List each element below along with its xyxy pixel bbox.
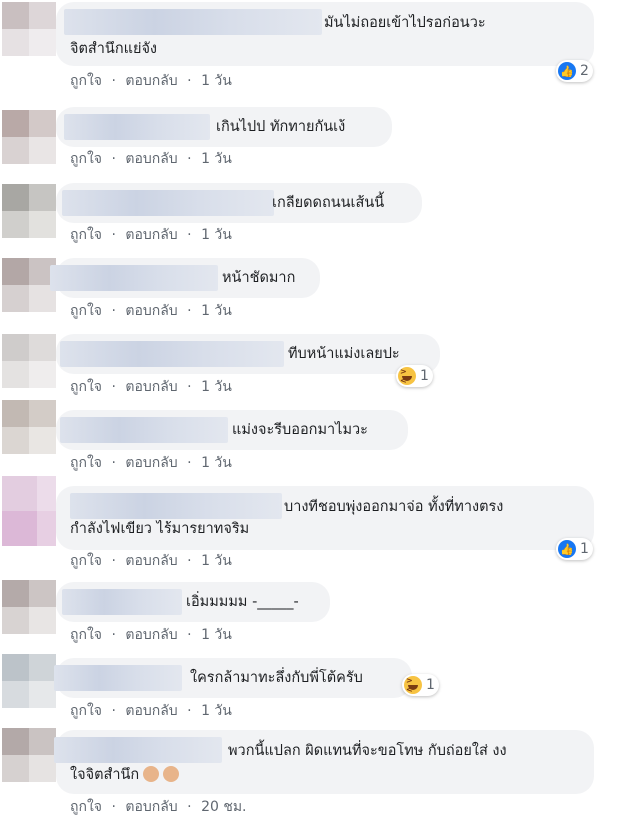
comment-bubble: บางทีชอบพุ่งออกมาจ่อ ทั้งที่ทางตรง กำลัง… [56,486,594,550]
reply-link[interactable]: ตอบกลับ [125,303,177,319]
redacted-author-name[interactable] [54,737,222,763]
reply-link[interactable]: ตอบกลับ [125,627,177,643]
timestamp[interactable]: 1 วัน [201,227,232,243]
redacted-author-name[interactable] [62,190,274,216]
avatar[interactable] [2,2,56,56]
reply-link[interactable]: ตอบกลับ [125,703,177,719]
comment-actions: ถูกใจ · ตอบกลับ · 1 วัน [70,553,232,569]
timestamp[interactable]: 1 วัน [201,151,232,167]
avatar[interactable] [2,476,56,546]
comment-actions: ถูกใจ · ตอบกลับ · 1 วัน [70,303,232,319]
comment-bubble: เกลียดดถนนเส้นนี้ [56,183,422,223]
redacted-author-name[interactable] [60,417,228,443]
comment-text: แม่งจะรีบออกมาไมวะ [232,422,368,438]
comment-text-line2: จิตสำนึกแย่จัง [70,41,158,57]
comment-actions: ถูกใจ · ตอบกลับ · 1 วัน [70,379,232,395]
comment-actions: ถูกใจ · ตอบกลับ · 1 วัน [70,151,232,167]
comment-text: บางทีชอบพุ่งออกมาจ่อ ทั้งที่ทางตรง [284,499,504,515]
comment-text: เกินไปป ทักทายกันเง้ [216,119,346,135]
comment-text: เกลียดดถนนเส้นนี้ [272,195,385,211]
comment-actions: ถูกใจ · ตอบกลับ · 20 ชม. [70,799,247,815]
comment-text-line2: กำลังไฟเขียว ไร้มารยาทจริม [70,521,250,537]
person-facepalming-emoji [163,766,180,782]
comment-actions: ถูกใจ · ตอบกลับ · 1 วัน [70,455,232,471]
timestamp[interactable]: 1 วัน [201,379,232,395]
comment-text: ใครกล้ามาทะลึ่งกับพี่โต้ครับ [190,670,363,686]
reply-link[interactable]: ตอบกลับ [125,227,177,243]
redacted-author-name[interactable] [70,493,282,519]
redacted-author-name[interactable] [62,589,182,615]
comment-bubble: แม่งจะรีบออกมาไมวะ [56,410,408,450]
redacted-author-name[interactable] [64,114,210,140]
reaction-badge[interactable]: 👍 2 [556,60,593,82]
reply-link[interactable]: ตอบกลับ [125,379,177,395]
timestamp[interactable]: 1 วัน [201,627,232,643]
like-link[interactable]: ถูกใจ [70,227,102,243]
timestamp[interactable]: 1 วัน [201,73,232,89]
haha-icon [404,676,422,694]
like-icon: 👍 [558,540,576,558]
comment-text: มันไม่ถอยเข้าไปรอก่อนวะ [324,15,486,31]
comment-text: พวกนี้แปลก ผิดแทนที่จะขอโทษ กับถ่อยใส่ ง… [228,743,507,759]
reply-link[interactable]: ตอบกลับ [125,553,177,569]
redacted-author-name[interactable] [64,9,322,35]
comment-text: เอิ่มมมมม -_____- [186,594,299,610]
comment-bubble: พวกนี้แปลก ผิดแทนที่จะขอโทษ กับถ่อยใส่ ง… [54,730,594,794]
timestamp[interactable]: 20 ชม. [201,799,246,815]
haha-icon [398,367,416,385]
like-link[interactable]: ถูกใจ [70,379,102,395]
like-link[interactable]: ถูกใจ [70,455,102,471]
reaction-badge[interactable]: 1 [402,674,439,696]
reaction-badge[interactable]: 👍 1 [556,538,593,560]
avatar[interactable] [2,110,56,164]
avatar[interactable] [2,334,56,388]
avatar[interactable] [2,580,56,634]
like-icon: 👍 [558,62,576,80]
comment-actions: ถูกใจ · ตอบกลับ · 1 วัน [70,703,232,719]
comment-bubble: หน้าชัดมาก [50,258,320,298]
comment-bubble: เกินไปป ทักทายกันเง้ [56,107,392,147]
avatar[interactable] [2,400,56,454]
like-link[interactable]: ถูกใจ [70,627,102,643]
avatar[interactable] [2,654,56,708]
timestamp[interactable]: 1 วัน [201,553,232,569]
comment-text: ทีบหน้าแม่งเลยปะ [288,346,400,362]
reply-link[interactable]: ตอบกลับ [125,73,177,89]
like-link[interactable]: ถูกใจ [70,151,102,167]
avatar[interactable] [2,728,56,782]
redacted-author-name[interactable] [54,665,182,691]
timestamp[interactable]: 1 วัน [201,703,232,719]
comment-text-line2: ใจจิตสำนึก [70,764,180,786]
reply-link[interactable]: ตอบกลับ [125,799,177,815]
comment-bubble: ทีบหน้าแม่งเลยปะ [56,334,440,374]
like-link[interactable]: ถูกใจ [70,703,102,719]
avatar[interactable] [2,258,56,312]
comment-actions: ถูกใจ · ตอบกลับ · 1 วัน [70,73,232,89]
timestamp[interactable]: 1 วัน [201,303,232,319]
timestamp[interactable]: 1 วัน [201,455,232,471]
redacted-author-name[interactable] [60,341,284,367]
comment-text: หน้าชัดมาก [222,270,296,286]
redacted-author-name[interactable] [50,265,218,291]
comment-actions: ถูกใจ · ตอบกลับ · 1 วัน [70,627,232,643]
person-facepalming-emoji [143,766,160,782]
comment-bubble: เอิ่มมมมม -_____- [56,582,330,622]
reply-link[interactable]: ตอบกลับ [125,151,177,167]
avatar[interactable] [2,184,56,238]
like-link[interactable]: ถูกใจ [70,73,102,89]
like-link[interactable]: ถูกใจ [70,303,102,319]
reply-link[interactable]: ตอบกลับ [125,455,177,471]
comment-bubble: ใครกล้ามาทะลึ่งกับพี่โต้ครับ [54,658,412,698]
like-link[interactable]: ถูกใจ [70,799,102,815]
reaction-badge[interactable]: 1 [396,365,433,387]
comment-actions: ถูกใจ · ตอบกลับ · 1 วัน [70,227,232,243]
like-link[interactable]: ถูกใจ [70,553,102,569]
comment-bubble: มันไม่ถอยเข้าไปรอก่อนวะ จิตสำนึกแย่จัง [56,2,594,66]
